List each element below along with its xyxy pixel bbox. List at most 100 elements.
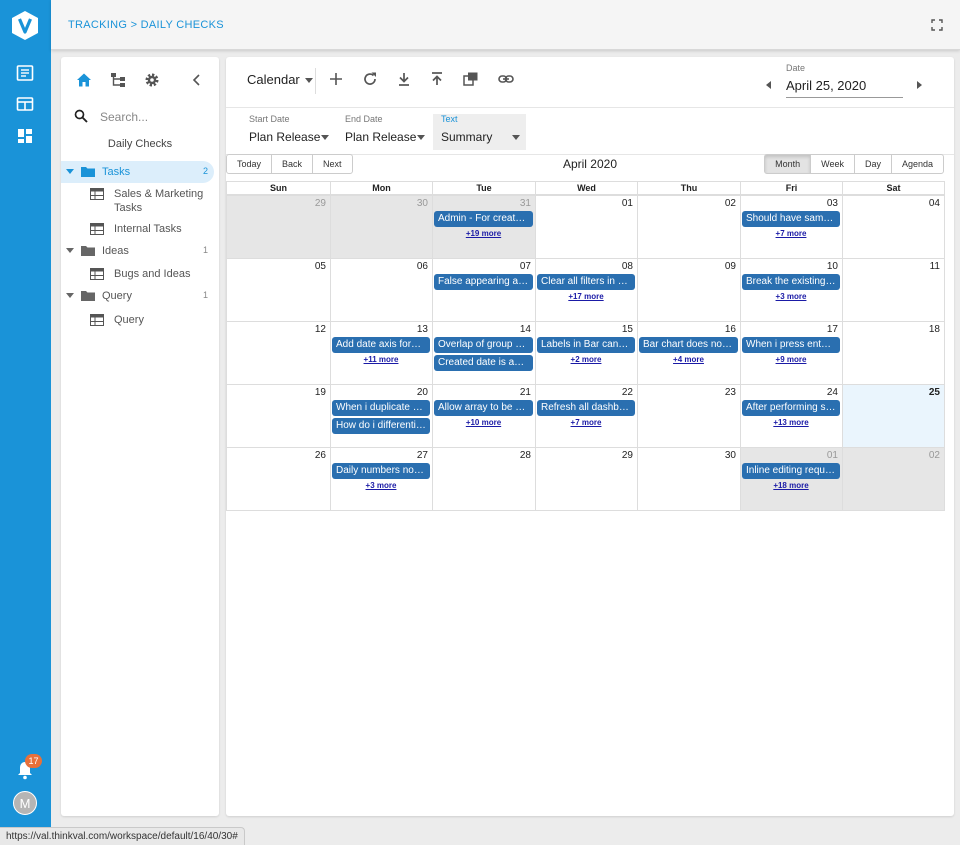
- day-number[interactable]: 10: [827, 261, 838, 272]
- home-icon[interactable]: [76, 72, 92, 88]
- calendar-day-cell[interactable]: 01: [535, 196, 637, 258]
- day-number[interactable]: 29: [315, 198, 326, 209]
- day-number[interactable]: 09: [725, 261, 736, 272]
- add-icon[interactable]: [328, 71, 344, 87]
- gear-icon[interactable]: [144, 72, 160, 88]
- calendar-event[interactable]: Daily numbers not …: [332, 463, 430, 479]
- calendar-event[interactable]: Admin - For create …: [434, 211, 533, 227]
- more-events-link[interactable]: +9 more: [740, 355, 842, 364]
- calendar-day-cell[interactable]: 08: [535, 259, 637, 321]
- day-number[interactable]: 31: [520, 198, 531, 209]
- tree-folder-tasks[interactable]: Tasks 2: [61, 161, 214, 183]
- day-number[interactable]: 12: [315, 324, 326, 335]
- day-number[interactable]: 30: [417, 198, 428, 209]
- day-number[interactable]: 18: [929, 324, 940, 335]
- more-events-link[interactable]: +7 more: [535, 418, 637, 427]
- more-events-link[interactable]: +11 more: [330, 355, 432, 364]
- calendar-day-cell[interactable]: 04: [842, 196, 944, 258]
- calendar-day-cell[interactable]: 17: [740, 322, 842, 384]
- calendar-day-cell[interactable]: 05: [227, 259, 330, 321]
- calendar-event[interactable]: When i duplicate a …: [332, 400, 430, 416]
- calendar-day-cell-today[interactable]: 25: [842, 385, 944, 447]
- avatar[interactable]: M: [13, 791, 37, 815]
- layout-icon[interactable]: [16, 95, 34, 113]
- calendar-day-cell[interactable]: 01: [740, 448, 842, 510]
- day-number[interactable]: 27: [417, 450, 428, 461]
- calendar-day-cell[interactable]: 10: [740, 259, 842, 321]
- day-number[interactable]: 04: [929, 198, 940, 209]
- calendar-event[interactable]: When i press enter …: [742, 337, 840, 353]
- calendar-day-cell[interactable]: 03: [740, 196, 842, 258]
- day-number[interactable]: 20: [417, 387, 428, 398]
- calendar-day-cell[interactable]: 21: [432, 385, 535, 447]
- day-number[interactable]: 07: [520, 261, 531, 272]
- end-date-filter[interactable]: End Date Plan Release: [337, 114, 427, 150]
- day-number[interactable]: 14: [520, 324, 531, 335]
- expand-arrow-icon[interactable]: [66, 248, 74, 253]
- breadcrumb[interactable]: TRACKING > DAILY CHECKS: [68, 19, 224, 31]
- day-number[interactable]: 01: [622, 198, 633, 209]
- month-view-button[interactable]: Month: [764, 154, 812, 174]
- calendar-day-cell[interactable]: 20: [330, 385, 432, 447]
- day-number[interactable]: 01: [827, 450, 838, 461]
- agenda-view-button[interactable]: Agenda: [890, 154, 944, 174]
- calendar-event[interactable]: False appearing as …: [434, 274, 533, 290]
- calendar-day-cell[interactable]: 07: [432, 259, 535, 321]
- more-events-link[interactable]: +10 more: [432, 418, 535, 427]
- calendar-day-cell[interactable]: 29: [535, 448, 637, 510]
- calendar-day-cell[interactable]: 30: [637, 448, 740, 510]
- calendar-day-cell[interactable]: 23: [637, 385, 740, 447]
- calendar-day-cell[interactable]: 29: [227, 196, 330, 258]
- calendar-day-cell[interactable]: 26: [227, 448, 330, 510]
- day-number[interactable]: 28: [520, 450, 531, 461]
- calendar-event[interactable]: Allow array to be br…: [434, 400, 533, 416]
- expand-arrow-icon[interactable]: [66, 169, 74, 174]
- day-number[interactable]: 03: [827, 198, 838, 209]
- calendar-day-cell[interactable]: 22: [535, 385, 637, 447]
- copy-icon[interactable]: [463, 71, 479, 87]
- calendar-day-cell[interactable]: 27: [330, 448, 432, 510]
- calendar-day-cell[interactable]: 30: [330, 196, 432, 258]
- calendar-event[interactable]: Overlap of group b…: [434, 337, 533, 353]
- dashboard-icon[interactable]: [16, 64, 34, 82]
- grid-icon[interactable]: [16, 127, 34, 145]
- calendar-event[interactable]: Refresh all dashbo…: [537, 400, 635, 416]
- calendar-day-cell[interactable]: 31: [432, 196, 535, 258]
- download-icon[interactable]: [396, 71, 412, 87]
- day-number[interactable]: 23: [725, 387, 736, 398]
- calendar-day-cell[interactable]: 24: [740, 385, 842, 447]
- calendar-event[interactable]: Add date axis form…: [332, 337, 430, 353]
- more-events-link[interactable]: +4 more: [637, 355, 740, 364]
- more-events-link[interactable]: +3 more: [330, 481, 432, 490]
- calendar-event[interactable]: Break the existing …: [742, 274, 840, 290]
- calendar-event[interactable]: How do i differenti…: [332, 418, 430, 434]
- calendar-event[interactable]: Labels in Bar cann…: [537, 337, 635, 353]
- expand-arrow-icon[interactable]: [66, 293, 74, 298]
- day-number[interactable]: 24: [827, 387, 838, 398]
- calendar-event[interactable]: Should have same …: [742, 211, 840, 227]
- upload-icon[interactable]: [429, 71, 445, 87]
- more-events-link[interactable]: +19 more: [432, 229, 535, 238]
- expand-icon[interactable]: [931, 19, 943, 31]
- calendar-day-cell[interactable]: 19: [227, 385, 330, 447]
- more-events-link[interactable]: +2 more: [535, 355, 637, 364]
- calendar-day-cell[interactable]: 02: [842, 448, 944, 510]
- day-number[interactable]: 26: [315, 450, 326, 461]
- day-number[interactable]: 15: [622, 324, 633, 335]
- more-events-link[interactable]: +3 more: [740, 292, 842, 301]
- calendar-event[interactable]: Clear all filters in gr…: [537, 274, 635, 290]
- day-number[interactable]: 22: [622, 387, 633, 398]
- day-number[interactable]: 02: [725, 198, 736, 209]
- day-number[interactable]: 30: [725, 450, 736, 461]
- calendar-day-cell[interactable]: 16: [637, 322, 740, 384]
- day-number[interactable]: 06: [417, 261, 428, 272]
- day-view-button[interactable]: Day: [853, 154, 892, 174]
- calendar-day-cell[interactable]: 28: [432, 448, 535, 510]
- more-events-link[interactable]: +18 more: [740, 481, 842, 490]
- day-number[interactable]: 29: [622, 450, 633, 461]
- search-input[interactable]: [100, 108, 210, 126]
- date-field[interactable]: April 25, 2020: [786, 78, 903, 98]
- calendar-day-cell[interactable]: 09: [637, 259, 740, 321]
- tree-folder-query[interactable]: Query 1: [61, 285, 214, 307]
- start-date-filter[interactable]: Start Date Plan Release: [241, 114, 331, 150]
